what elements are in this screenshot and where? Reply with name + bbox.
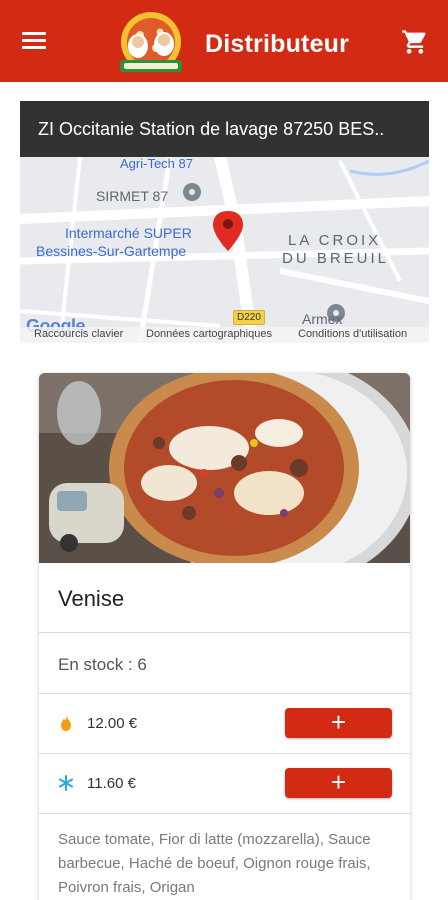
map-label-armex: Armex bbox=[302, 311, 343, 327]
price-frozen: 11.60 € bbox=[87, 775, 136, 792]
product-card: Venise En stock : 6 12.00 € + 11.60 € + … bbox=[39, 373, 410, 900]
product-name-row: Venise bbox=[39, 563, 410, 633]
map-footer: Raccourcis clavier Données cartographiqu… bbox=[20, 327, 429, 343]
terms-link[interactable]: Conditions d'utilisation bbox=[298, 328, 407, 340]
map-label-tech: Agri-Tech 87 bbox=[120, 156, 193, 171]
add-frozen-button[interactable]: + bbox=[285, 768, 392, 798]
road-number-badge: D220 bbox=[233, 310, 265, 325]
location-map[interactable]: ZI Occitanie Station de lavage 87250 BES… bbox=[20, 101, 429, 343]
price-fresh: 12.00 € bbox=[87, 715, 138, 732]
map-label-lacroix: LA CROIX bbox=[288, 232, 382, 249]
map-data-link[interactable]: Données cartographiques bbox=[146, 328, 272, 340]
flame-icon bbox=[61, 715, 71, 731]
product-description: Sauce tomate, Fior di latte (mozzarella)… bbox=[58, 831, 371, 896]
map-label-bessines: Bessines-Sur-Gartempe bbox=[36, 243, 187, 259]
price-row-frozen: 11.60 € + bbox=[39, 754, 410, 814]
map-label-intermarche: Intermarché SUPER bbox=[65, 225, 192, 241]
map-address: ZI Occitanie Station de lavage 87250 BES… bbox=[20, 101, 429, 157]
stock-row: En stock : 6 bbox=[39, 633, 410, 694]
product-photo bbox=[39, 373, 410, 563]
keyboard-shortcuts-link[interactable]: Raccourcis clavier bbox=[34, 328, 123, 340]
stock-label: En stock : 6 bbox=[58, 655, 147, 674]
product-name: Venise bbox=[58, 586, 125, 611]
pizza-chefs-logo bbox=[120, 12, 182, 72]
page-title: Distributeur bbox=[205, 30, 350, 58]
add-fresh-button[interactable]: + bbox=[285, 708, 392, 738]
price-row-fresh: 12.00 € + bbox=[39, 694, 410, 754]
hamburger-menu-icon[interactable] bbox=[22, 32, 46, 50]
map-label-dubreuil: DU BREUIL bbox=[282, 250, 390, 267]
snowflake-icon bbox=[59, 775, 73, 791]
map-label-sirmet: SIRMET 87 bbox=[96, 188, 169, 204]
app-header: Distributeur bbox=[0, 0, 448, 82]
shopping-cart-icon[interactable] bbox=[400, 28, 430, 56]
